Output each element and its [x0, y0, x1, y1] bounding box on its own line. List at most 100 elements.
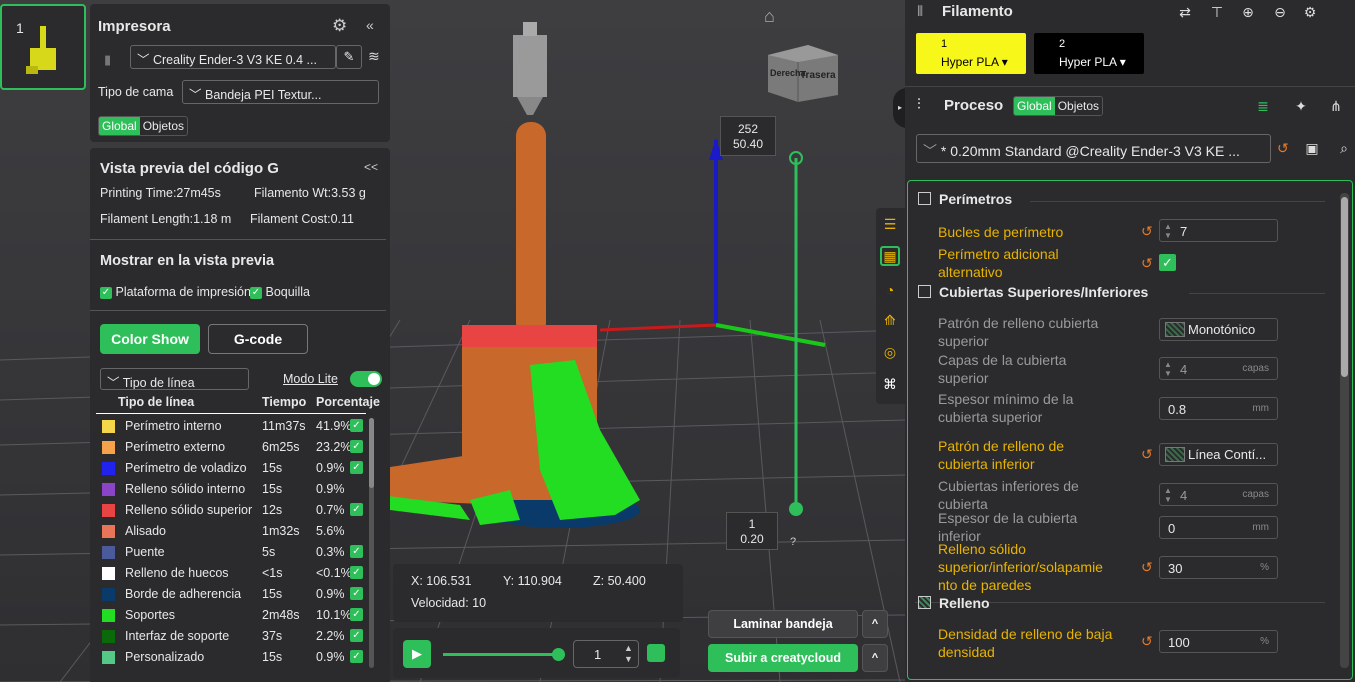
panel-toggle-arrow[interactable]: ▸ [893, 88, 905, 128]
reset-alt-perimeter-icon[interactable]: ↺ [1141, 256, 1155, 270]
legend-color-swatch [102, 504, 115, 517]
spin-icon[interactable]: ▲ ▼ [1164, 222, 1172, 240]
reset-profile-icon[interactable]: ↺ [1277, 141, 1291, 155]
legend-row[interactable]: Borde de adherencia 15s 0.9% ✓ [100, 584, 380, 605]
legend-visibility-checkbox[interactable]: ✓ [350, 419, 363, 432]
bottom-layers-input[interactable]: ▲ ▼ 4 capas [1159, 483, 1278, 506]
perimeter-loops-input[interactable]: ▲ ▼ 7 [1159, 219, 1278, 242]
grid-icon[interactable]: ⌘ [882, 376, 898, 392]
legend-row[interactable]: Perímetro de voladizo 15s 0.9% ✓ [100, 458, 380, 479]
compare-icon[interactable]: ≣ [1255, 98, 1271, 114]
color-show-button[interactable]: Color Show [100, 324, 200, 354]
legend-row[interactable]: Interfaz de soporte 37s 2.2% ✓ [100, 626, 380, 647]
collapse-printer-button[interactable]: « [366, 17, 374, 33]
tab-global[interactable]: Global [99, 117, 140, 135]
edit-printer-button[interactable]: ✎ [336, 45, 362, 69]
line-type-select[interactable]: ﹀ Tipo de línea [100, 368, 249, 390]
slice-expand-button[interactable]: ^ [862, 610, 888, 638]
speed-gauge-icon[interactable]: ◔ [882, 282, 898, 298]
wrench-icon[interactable]: ✦ [1293, 98, 1309, 114]
remove-filament-icon[interactable]: ⊖ [1272, 4, 1288, 20]
platform-checkbox[interactable]: ✓ Plataforma de impresión [100, 285, 250, 299]
process-tab-global[interactable]: Global [1014, 97, 1055, 115]
legend-visibility-checkbox[interactable]: ✓ [350, 608, 363, 621]
upload-expand-button[interactable]: ^ [862, 644, 888, 672]
upload-cloud-button[interactable]: Subir a creatycloud [708, 644, 858, 672]
sync-filament-icon[interactable]: ⇄ [1177, 4, 1193, 20]
legend-row[interactable]: Perímetro interno 11m37s 41.9% ✓ [100, 416, 380, 437]
extruder-icon[interactable]: ⊤ [1209, 4, 1225, 20]
layers-icon[interactable] [647, 644, 665, 662]
legend-row[interactable]: Alisado 1m32s 5.6% [100, 521, 380, 542]
playback-slider[interactable] [443, 648, 565, 661]
3d-viewport[interactable]: Derecha Trasera ⌂ 1 Impresora ⚙ « ▮ ﹀ Cr… [0, 0, 905, 682]
filament-slot-1[interactable]: 1 Hyper PLA ▾ [916, 33, 1026, 74]
filament-slot-2-name[interactable]: Hyper PLA ▾ [1059, 55, 1126, 69]
add-filament-icon[interactable]: ⊕ [1240, 4, 1256, 20]
search-icon[interactable]: ⌕ [1336, 140, 1352, 156]
collapse-gcode-button[interactable]: << [364, 160, 378, 174]
spin-icon[interactable]: ▲ ▼ [1164, 360, 1172, 378]
nozzle-checkbox[interactable]: ✓ Boquilla [250, 285, 310, 299]
overlap-input[interactable]: 30% [1159, 556, 1278, 579]
reset-bottom-pattern-icon[interactable]: ↺ [1141, 447, 1155, 461]
plate-thumbnail[interactable]: 1 [0, 4, 86, 90]
share-icon[interactable]: ⋔ [1328, 98, 1344, 114]
gear-icon[interactable]: ⚙ [332, 16, 347, 36]
legend-visibility-checkbox[interactable]: ✓ [350, 440, 363, 453]
gcode-button[interactable]: G-code [208, 324, 308, 354]
bottom-pattern-select[interactable]: Línea Contí... [1159, 443, 1278, 466]
bed-type-select[interactable]: ﹀ Bandeja PEI Textur... [182, 80, 379, 104]
target-icon[interactable]: ◎ [882, 344, 898, 360]
slice-plate-button[interactable]: Laminar bandeja [708, 610, 858, 638]
legend-row[interactable]: Personalizado 15s 0.9% ✓ [100, 647, 380, 668]
legend-visibility-checkbox[interactable]: ✓ [350, 629, 363, 642]
process-scope-toggle[interactable]: Global Objetos [1013, 96, 1104, 116]
legend-row[interactable]: Relleno sólido superior 12s 0.7% ✓ [100, 500, 380, 521]
outline-view-icon[interactable]: ▦ [880, 246, 900, 266]
legend-visibility-checkbox[interactable]: ✓ [350, 545, 363, 558]
reset-infill-icon[interactable]: ↺ [1141, 634, 1155, 648]
spin-icon[interactable]: ▲ ▼ [1164, 486, 1172, 504]
alternate-perimeter-checkbox[interactable]: ✓ [1159, 254, 1176, 271]
top-pattern-select[interactable]: Monotónico [1159, 318, 1278, 341]
legend-visibility-checkbox[interactable]: ✓ [350, 503, 363, 516]
lite-mode-toggle[interactable] [350, 371, 382, 387]
home-icon[interactable]: ⌂ [764, 6, 775, 27]
layer-stepper[interactable]: 1 ▲ ▼ [573, 640, 639, 668]
legend-visibility-checkbox[interactable]: ✓ [350, 461, 363, 474]
legend-visibility-checkbox[interactable]: ✓ [350, 587, 363, 600]
legend-row[interactable]: Puente 5s 0.3% ✓ [100, 542, 380, 563]
printer-scope-toggle[interactable]: Global Objetos [98, 116, 189, 136]
legend-time: 15s [262, 650, 283, 664]
reset-loops-icon[interactable]: ↺ [1141, 224, 1155, 238]
infill-density-input[interactable]: 100% [1159, 630, 1278, 653]
top-thickness-input[interactable]: 0.8 mm [1159, 397, 1278, 420]
printer-select[interactable]: ﹀ Creality Ender-3 V3 KE 0.4 ... [130, 45, 336, 69]
legend-row[interactable]: Relleno sólido interno 15s 0.9% [100, 479, 380, 500]
bottom-thickness-input[interactable]: 0 mm [1159, 516, 1278, 539]
wifi-icon[interactable]: ≋ [368, 48, 380, 65]
legend-visibility-checkbox[interactable]: ✓ [350, 650, 363, 663]
legend-row[interactable]: Soportes 2m48s 10.1% ✓ [100, 605, 380, 626]
settings-scrollbar[interactable] [1340, 193, 1349, 668]
filament-settings-icon[interactable]: ⚙ [1302, 4, 1318, 20]
help-icon[interactable]: ? [790, 536, 796, 548]
legend-scrollbar[interactable] [369, 418, 374, 668]
filament-slot-1-name[interactable]: Hyper PLA ▾ [941, 55, 1008, 69]
legend-percentage: <0.1% [316, 566, 352, 580]
stepper-arrows-icon[interactable]: ▲ ▼ [624, 643, 633, 665]
layers-view-icon[interactable]: ☰ [882, 216, 898, 232]
reset-overlap-icon[interactable]: ↺ [1141, 560, 1155, 574]
top-layers-input[interactable]: ▲ ▼ 4 capas [1159, 357, 1278, 380]
tab-objects[interactable]: Objetos [140, 117, 187, 135]
play-button[interactable]: ▶ [403, 640, 431, 668]
process-tab-objects[interactable]: Objetos [1054, 97, 1103, 115]
legend-row[interactable]: Relleno de huecos <1s <0.1% ✓ [100, 563, 380, 584]
save-icon[interactable]: ▣ [1304, 140, 1320, 156]
filament-slot-2[interactable]: 2 Hyper PLA ▾ [1034, 33, 1144, 74]
legend-visibility-checkbox[interactable]: ✓ [350, 566, 363, 579]
support-icon[interactable]: ⟰ [882, 312, 898, 328]
legend-row[interactable]: Perímetro externo 6m25s 23.2% ✓ [100, 437, 380, 458]
process-profile-select[interactable]: ﹀ * 0.20mm Standard @Creality Ender-3 V3… [916, 134, 1271, 163]
